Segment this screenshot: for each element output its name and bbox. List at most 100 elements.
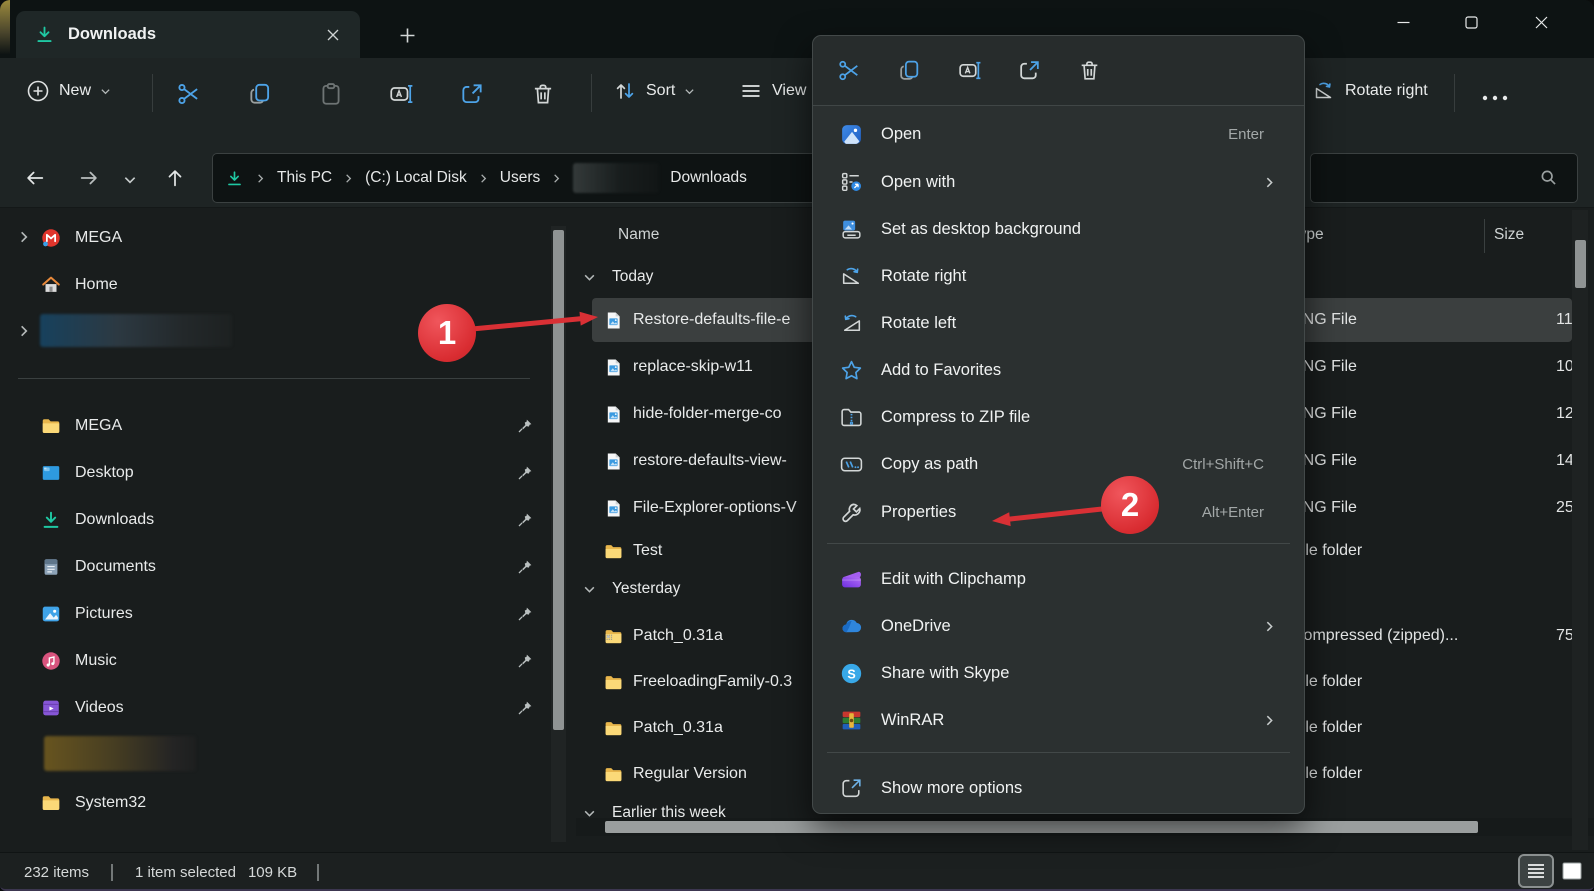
sidebar-item-music[interactable]: Music — [40, 641, 508, 681]
rename-button[interactable] — [388, 81, 414, 107]
menu-item-label: OneDrive — [881, 616, 951, 635]
group-header-yesterday[interactable]: Yesterday — [583, 580, 680, 598]
menu-item-copy-path[interactable]: Copy as path Ctrl+Shift+C — [819, 441, 1298, 487]
sidebar-item-pictures[interactable]: Pictures — [40, 594, 508, 634]
see-more-button[interactable] — [1478, 89, 1512, 107]
menu-item-open[interactable]: Open Enter — [819, 111, 1298, 157]
sidebar-item-label: Videos — [75, 699, 124, 716]
breadcrumb-drive[interactable]: (C:) Local Disk — [365, 169, 467, 187]
search-icon — [1538, 167, 1559, 188]
thumbnail-view-icon — [1562, 862, 1582, 880]
cut-icon[interactable] — [837, 58, 862, 83]
thumbnail-view-button[interactable] — [1556, 856, 1588, 886]
pictures-icon — [42, 606, 60, 622]
expand-chevron-icon[interactable] — [17, 324, 31, 338]
sidebar-scrollbar-thumb[interactable] — [553, 230, 564, 730]
new-button[interactable]: New — [26, 79, 111, 103]
toolbar-divider — [591, 74, 592, 112]
share-icon[interactable] — [1017, 58, 1042, 83]
sidebar-item-videos[interactable]: Videos — [40, 688, 508, 728]
onedrive-icon — [842, 619, 862, 632]
menu-item-clipchamp[interactable]: Edit with Clipchamp — [819, 556, 1298, 602]
recent-locations-button[interactable] — [113, 163, 147, 197]
breadcrumb-this-pc[interactable]: This PC — [277, 169, 332, 187]
cut-button[interactable] — [176, 81, 202, 107]
menu-item-skype[interactable]: S Share with Skype — [819, 650, 1298, 696]
menu-item-winrar[interactable]: WinRAR — [819, 697, 1298, 743]
sidebar-item-downloads[interactable]: Downloads — [40, 500, 508, 540]
sidebar-item-desktop[interactable]: Desktop — [40, 453, 508, 493]
menu-item-rotate-right[interactable]: Rotate right — [819, 253, 1298, 299]
menu-item-show-more[interactable]: Show more options — [819, 765, 1298, 811]
column-header-name[interactable]: Name — [618, 226, 659, 244]
menu-item-set-background[interactable]: Set as desktop background — [819, 206, 1298, 252]
rename-icon[interactable] — [957, 58, 982, 83]
close-button[interactable] — [1510, 0, 1572, 44]
share-button[interactable] — [459, 81, 485, 107]
submenu-chevron-icon — [1266, 621, 1273, 631]
minimize-button[interactable] — [1372, 0, 1434, 44]
sidebar-item-redacted[interactable] — [40, 314, 232, 347]
menu-item-label: Set as desktop background — [881, 219, 1081, 238]
selection-count: 1 item selected — [135, 863, 236, 881]
breadcrumb-chevron-icon — [554, 173, 560, 183]
toolbar-divider — [1454, 74, 1455, 112]
menu-item-add-favorites[interactable]: Add to Favorites — [819, 347, 1298, 393]
submenu-chevron-icon — [1266, 177, 1273, 187]
expand-chevron-icon[interactable] — [17, 230, 31, 244]
tab-close-icon[interactable] — [320, 22, 346, 48]
menu-item-rotate-left[interactable]: Rotate left — [819, 300, 1298, 346]
group-header-today[interactable]: Today — [583, 268, 653, 286]
toolbar-divider — [152, 74, 153, 112]
new-tab-button[interactable] — [392, 22, 422, 48]
horizontal-scrollbar-thumb[interactable] — [605, 821, 1478, 833]
sidebar-item-system32[interactable]: System32 — [40, 783, 508, 823]
rename-icon — [390, 85, 413, 103]
trash-icon[interactable] — [1077, 58, 1102, 83]
menu-item-compress-zip[interactable]: Compress to ZIP file — [819, 394, 1298, 440]
sort-button[interactable]: Sort — [613, 79, 695, 103]
pin-icon — [518, 607, 532, 621]
breadcrumb-username-redacted[interactable] — [573, 163, 660, 193]
list-scrollbar-track[interactable] — [1572, 210, 1588, 850]
menu-item-label: Properties — [881, 502, 957, 521]
items-count: 232 items — [24, 863, 90, 881]
maximize-button[interactable] — [1440, 0, 1502, 44]
delete-button[interactable] — [530, 81, 556, 107]
photos-icon — [842, 124, 861, 144]
menu-item-open-with[interactable]: Open with — [819, 159, 1298, 205]
sidebar-item-mega-cloud[interactable]: MEGA — [40, 218, 508, 258]
image-file-icon — [607, 452, 620, 470]
new-button-label: New — [59, 82, 92, 99]
sidebar-item-label: Downloads — [75, 511, 155, 528]
sidebar-item-mega-folder[interactable]: MEGA — [40, 406, 508, 446]
sidebar-item-redacted[interactable] — [44, 736, 196, 771]
menu-shortcut: Ctrl+Shift+C — [1182, 455, 1264, 473]
tab-downloads[interactable]: Downloads — [16, 11, 360, 58]
pin-icon — [518, 654, 532, 668]
copy-icon[interactable] — [897, 58, 922, 83]
back-button[interactable] — [18, 161, 52, 195]
menu-item-onedrive[interactable]: OneDrive — [819, 603, 1298, 649]
details-view-button[interactable] — [1518, 854, 1554, 888]
sidebar-item-documents[interactable]: Documents — [40, 547, 508, 587]
breadcrumb-downloads[interactable]: Downloads — [670, 169, 747, 187]
rotate-right-button[interactable]: Rotate right — [1312, 79, 1428, 103]
paste-button[interactable] — [318, 81, 344, 107]
column-separator[interactable] — [1484, 219, 1485, 253]
sidebar-item-label: Desktop — [75, 464, 134, 481]
clipboard-icon — [322, 83, 340, 105]
sidebar-item-home[interactable]: Home — [40, 265, 508, 305]
column-header-size[interactable]: Size — [1494, 226, 1524, 244]
forward-button[interactable] — [72, 161, 106, 195]
view-button[interactable]: View — [739, 79, 806, 103]
menu-item-label: Add to Favorites — [881, 360, 1002, 379]
list-scrollbar-thumb[interactable] — [1575, 240, 1586, 288]
status-divider — [111, 863, 114, 881]
trash-icon — [534, 84, 552, 104]
annotation-step-2: 2 — [1101, 476, 1159, 534]
copy-button[interactable] — [247, 81, 273, 107]
menu-item-properties[interactable]: Properties Alt+Enter — [819, 489, 1298, 535]
breadcrumb-users[interactable]: Users — [500, 169, 540, 187]
up-button[interactable] — [158, 161, 192, 195]
